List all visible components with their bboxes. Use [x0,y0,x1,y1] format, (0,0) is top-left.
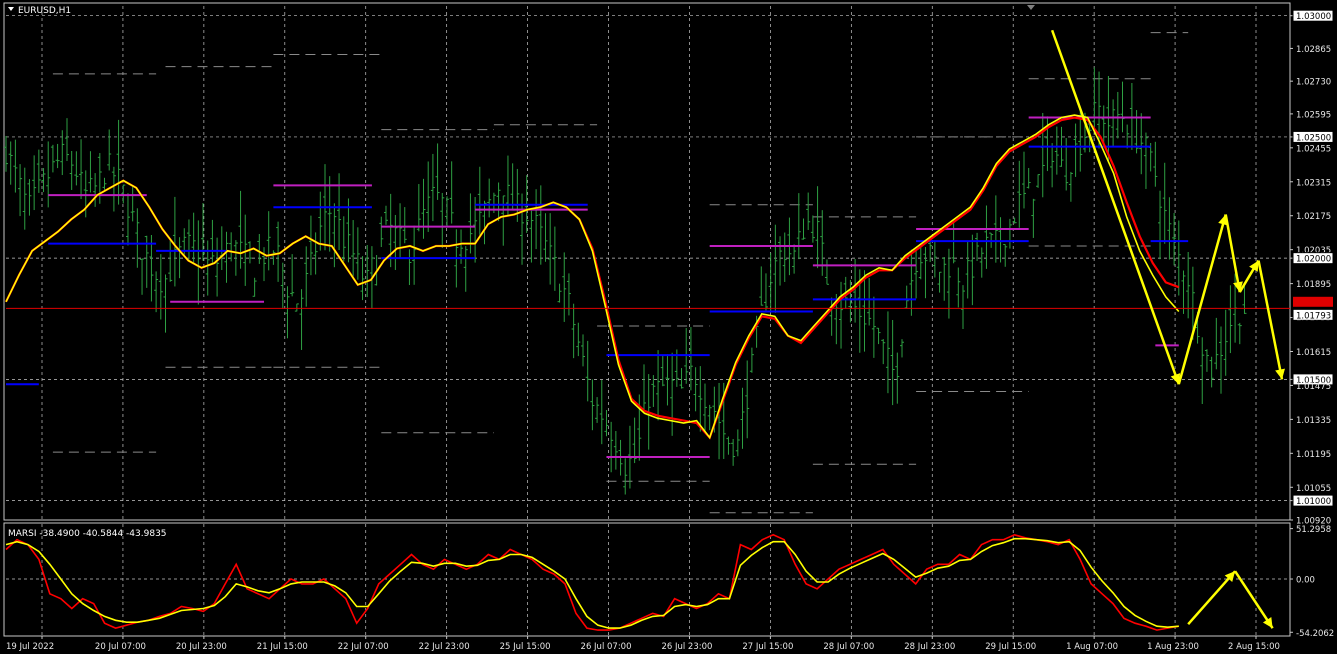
osc-tick-label: 51.2958 [1296,525,1331,535]
price-level-label: 1.02000 [1296,255,1331,265]
candles [4,67,1247,495]
time-tick-label: 20 Jul 07:00 [95,642,146,652]
time-tick-label: 21 Jul 15:00 [257,642,308,652]
chart-canvas: 1.03000 1.02865 1.02730 1.02595 1.025001.024… [3,2,1334,652]
osc-red-line [5,533,1179,631]
scroll-shift-marker-icon[interactable] [1027,5,1035,10]
forecast-arrow-segment [1257,260,1284,380]
time-tick-label: 1 Aug 07:00 [1066,642,1118,652]
current-price-label: 1.01793 [1296,311,1331,321]
price-tick-label: 1.01195 [1296,450,1331,460]
price-tick-label: 1.02455 [1296,144,1331,154]
chevron-down-icon[interactable] [8,7,14,11]
price-tick-label: 1.01615 [1296,348,1331,358]
symbol-label: EURUSD,H1 [18,6,71,16]
price-level-label: 1.01000 [1296,497,1331,507]
price-tick-label: 1.02595 [1296,110,1331,120]
time-tick-label: 2 Aug 15:00 [1228,642,1280,652]
price-level-label: 1.03000 [1296,12,1331,22]
main-grid [3,2,1291,637]
osc-tick-label: 0.00 [1296,576,1315,586]
osc-tick-label: -54.2062 [1296,629,1334,639]
time-tick-label: 1 Aug 23:00 [1147,642,1199,652]
osc-forecast-arrow-segment [1234,570,1274,629]
osc-grid [6,524,1290,636]
time-tick-label: 28 Jul 23:00 [904,642,955,652]
price-tick-label: 1.02865 [1296,45,1331,55]
oscillator-lines [5,533,1274,631]
current-price-marker [1293,296,1333,307]
forecast-arrowhead [1275,368,1285,380]
time-tick-label: 22 Jul 07:00 [338,642,389,652]
time-axis: 19 Jul 2022 20 Jul 07:00 20 Jul 23:00 21 Ju… [6,636,1280,652]
oscillator-label: MARSI -38.4900 -40.5844 -43.9835 [8,529,167,539]
time-tick-label: 28 Jul 07:00 [823,642,874,652]
time-tick-label: 20 Jul 23:00 [176,642,227,652]
price-level-label: 1.02500 [1296,133,1331,143]
price-tick-label: 1.02730 [1296,78,1331,88]
price-tick-label: 1.01895 [1296,280,1331,290]
time-tick-label: 29 Jul 15:00 [985,642,1036,652]
time-tick-label: 19 Jul 2022 [6,642,54,652]
price-tick-label: 1.02315 [1296,178,1331,188]
forecast-arrow-segment [1224,214,1242,293]
time-tick-label: 25 Jul 15:00 [500,642,551,652]
main-pane-frame [3,2,1291,521]
time-tick-label: 26 Jul 23:00 [661,642,712,652]
forecast-arrows [1050,29,1285,385]
time-tick-label: 22 Jul 23:00 [419,642,470,652]
price-tick-label: 1.01055 [1296,484,1331,494]
symbol-header[interactable]: EURUSD,H1 [8,6,71,16]
time-tick-label: 26 Jul 07:00 [581,642,632,652]
price-tick-label: 1.02175 [1296,212,1331,222]
price-axis: 1.03000 1.02865 1.02730 1.02595 1.025001.024… [1290,9,1334,527]
time-tick-label: 27 Jul 15:00 [742,642,793,652]
price-tick-label: 1.01335 [1296,416,1331,426]
price-tick-label: 1.01475 [1296,382,1331,392]
osc-yellow-line [5,537,1179,629]
osc-axis: 51.2958 0.00 -54.2062 [1290,525,1334,639]
